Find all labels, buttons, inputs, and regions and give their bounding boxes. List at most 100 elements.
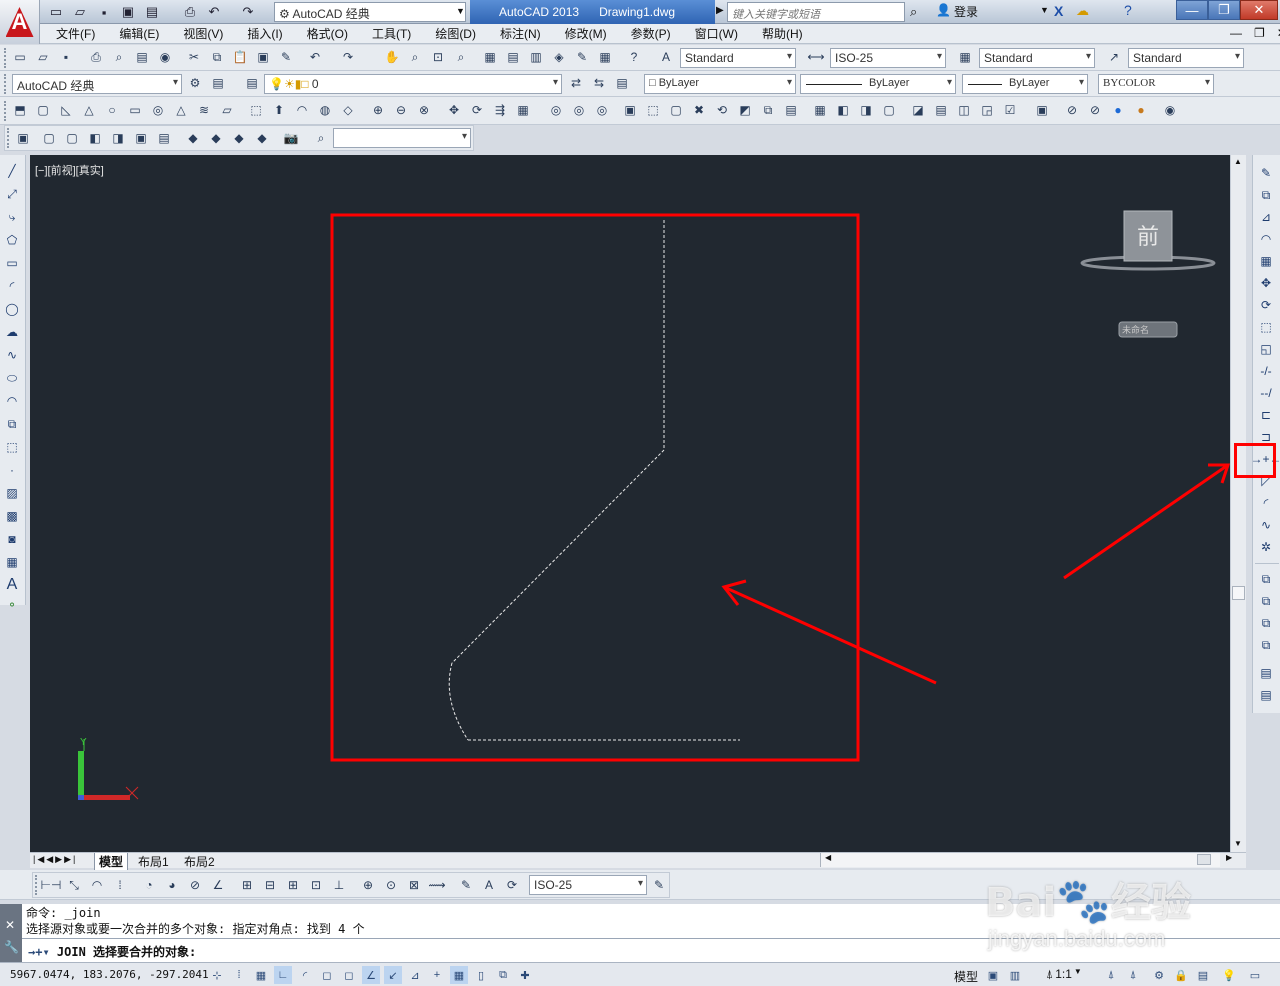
dim-style-icon[interactable]: ⟷	[806, 47, 826, 67]
copy-faces-icon[interactable]: ⧉	[758, 100, 778, 120]
nw-iso-icon[interactable]: ◆	[252, 128, 272, 148]
dim-style-combo[interactable]: ISO-25	[830, 48, 946, 68]
workspace-settings-icon[interactable]: ⚙	[185, 73, 205, 93]
camera-icon[interactable]: 📷	[281, 128, 301, 148]
calculator-icon[interactable]: ▦	[595, 47, 615, 67]
left-view-icon[interactable]: ◧	[85, 128, 105, 148]
make-block-icon[interactable]: ⬚	[2, 437, 22, 457]
hidden-icon[interactable]: ⊘	[1085, 100, 1105, 120]
sphere-icon[interactable]: ○	[102, 100, 122, 120]
ne-iso-icon[interactable]: ◆	[229, 128, 249, 148]
dimension-style-icon[interactable]: ✎	[649, 875, 669, 895]
mleader-style-combo[interactable]: Standard	[1128, 48, 1244, 68]
baseline-icon[interactable]: ⊟	[260, 875, 280, 895]
visual-styles-icon[interactable]: ▣	[1032, 100, 1052, 120]
text-style-combo[interactable]: Standard	[680, 48, 796, 68]
copy-object-icon[interactable]: ⧉	[1256, 185, 1276, 205]
customize-command-icon[interactable]: 🔧	[4, 940, 19, 954]
customize-icon[interactable]: ▤	[208, 73, 228, 93]
quick-properties-icon[interactable]: ▯	[472, 966, 490, 984]
tab-layout2[interactable]: 布局2	[180, 853, 219, 870]
move-icon[interactable]: ✥	[1256, 273, 1276, 293]
close-command-icon[interactable]: ✕	[5, 918, 15, 932]
box-icon[interactable]: ▢	[33, 100, 53, 120]
intersect-icon[interactable]: ⊗	[414, 100, 434, 120]
print-icon[interactable]: ⎙	[180, 3, 200, 21]
annotation-visibility-icon[interactable]: ⍋	[1102, 966, 1120, 984]
isolate-objects-icon[interactable]: 💡	[1220, 966, 1238, 984]
menu-help[interactable]: 帮助(H)	[750, 24, 815, 44]
toolbar-grip[interactable]	[4, 48, 8, 68]
union-icon[interactable]: ⊕	[368, 100, 388, 120]
rectangle-icon[interactable]: ▭	[2, 253, 22, 273]
undo-icon[interactable]: ↶	[305, 47, 325, 67]
help-icon[interactable]: ?	[624, 47, 644, 67]
scale-icon[interactable]: ⬚	[1256, 317, 1276, 337]
hscroll-thumb[interactable]	[1197, 854, 1211, 865]
delete-faces-icon[interactable]: ✖	[689, 100, 709, 120]
snap-mode-icon[interactable]: ⁞	[230, 966, 248, 984]
zoom-icon[interactable]: ⌕	[311, 128, 331, 148]
scroll-thumb[interactable]	[1232, 586, 1245, 600]
wedge-icon[interactable]: ◺	[56, 100, 76, 120]
vertical-scrollbar[interactable]: ▲ ▼	[1230, 155, 1246, 852]
preview-icon[interactable]: ⌕	[109, 47, 129, 67]
color-faces-icon[interactable]: ▤	[781, 100, 801, 120]
tab-model[interactable]: 模型	[94, 853, 129, 871]
cut-icon[interactable]: ✂	[184, 47, 204, 67]
send-under-icon[interactable]: ⧉	[1256, 635, 1276, 655]
match-properties-icon[interactable]: ▣	[253, 47, 273, 67]
undo-icon[interactable]: ↶	[204, 3, 224, 21]
back-view-icon[interactable]: ▤	[154, 128, 174, 148]
copy-icon[interactable]: ⧉	[207, 47, 227, 67]
layer-state-icon[interactable]: ▤	[612, 73, 632, 93]
lineweight-toggle-icon[interactable]: +	[428, 966, 446, 984]
tool-palettes-icon[interactable]: ▥	[526, 47, 546, 67]
linear-dim-icon[interactable]: ⊢⊣	[41, 875, 62, 895]
dynamic-input-icon[interactable]: ⊿	[406, 966, 424, 984]
gradient-icon[interactable]: ▩	[2, 506, 22, 526]
cylinder-icon[interactable]: ▭	[125, 100, 145, 120]
rotate-icon[interactable]: ⟳	[1256, 295, 1276, 315]
search-input[interactable]: 键入关键字或短语	[727, 2, 905, 22]
paste-icon[interactable]: 📋	[230, 47, 250, 67]
imprint-icon[interactable]: ▦	[810, 100, 830, 120]
tab-layout1[interactable]: 布局1	[134, 853, 173, 870]
torus-icon[interactable]: ◎	[148, 100, 168, 120]
menu-dimension[interactable]: 标注(N)	[488, 24, 553, 44]
hardware-acceleration-icon[interactable]: ▤	[1194, 966, 1212, 984]
array-icon[interactable]: ▦	[1256, 251, 1276, 271]
jogged-icon[interactable]: ◕	[162, 875, 182, 895]
infer-constraints-icon[interactable]: ⊹	[208, 966, 226, 984]
polysolid-icon[interactable]: ⬒	[10, 100, 30, 120]
plotstyle-combo[interactable]: BYCOLOR	[1098, 74, 1214, 94]
arc-icon[interactable]: ◜	[2, 276, 22, 296]
ellipse-arc-icon[interactable]: ◠	[2, 391, 22, 411]
viewcube-front-face[interactable]: 前	[1129, 219, 1167, 251]
separate-icon[interactable]: ◨	[856, 100, 876, 120]
dim-text-edit-icon[interactable]: A	[479, 875, 499, 895]
region-icon[interactable]: ◙	[2, 529, 22, 549]
flatshot-icon[interactable]: ◫	[954, 100, 974, 120]
pan-icon[interactable]: ✋	[382, 47, 402, 67]
blend-curves-icon[interactable]: ∿	[1256, 515, 1276, 535]
hatch-icon[interactable]: ▨	[2, 483, 22, 503]
exchange-icon[interactable]: X	[1054, 3, 1063, 19]
shell-icon[interactable]: ▢	[879, 100, 899, 120]
break-at-point-icon[interactable]: ⊏	[1256, 405, 1276, 425]
bottom-view-icon[interactable]: ▢	[62, 128, 82, 148]
help-icon[interactable]: ?	[1124, 2, 1132, 18]
scroll-right-icon[interactable]: ▶	[1226, 853, 1232, 862]
revolve-icon[interactable]: ◍	[315, 100, 335, 120]
layer-previous-icon[interactable]: ⇆	[589, 73, 609, 93]
top-view-icon[interactable]: ▢	[39, 128, 59, 148]
object-snap-icon[interactable]: ◻	[318, 966, 336, 984]
diameter-icon[interactable]: ⊘	[185, 875, 205, 895]
dim-space-icon[interactable]: ⊡	[306, 875, 326, 895]
annotation-scale[interactable]: ⍋ 1:1 ▼	[1046, 967, 1082, 982]
table-style-icon[interactable]: ▦	[955, 47, 975, 67]
markup-icon[interactable]: ✎	[572, 47, 592, 67]
dim-break-icon[interactable]: ⊥	[329, 875, 349, 895]
ortho-mode-icon[interactable]: ∟	[274, 966, 292, 984]
qnew-icon[interactable]: ▭	[10, 47, 30, 67]
